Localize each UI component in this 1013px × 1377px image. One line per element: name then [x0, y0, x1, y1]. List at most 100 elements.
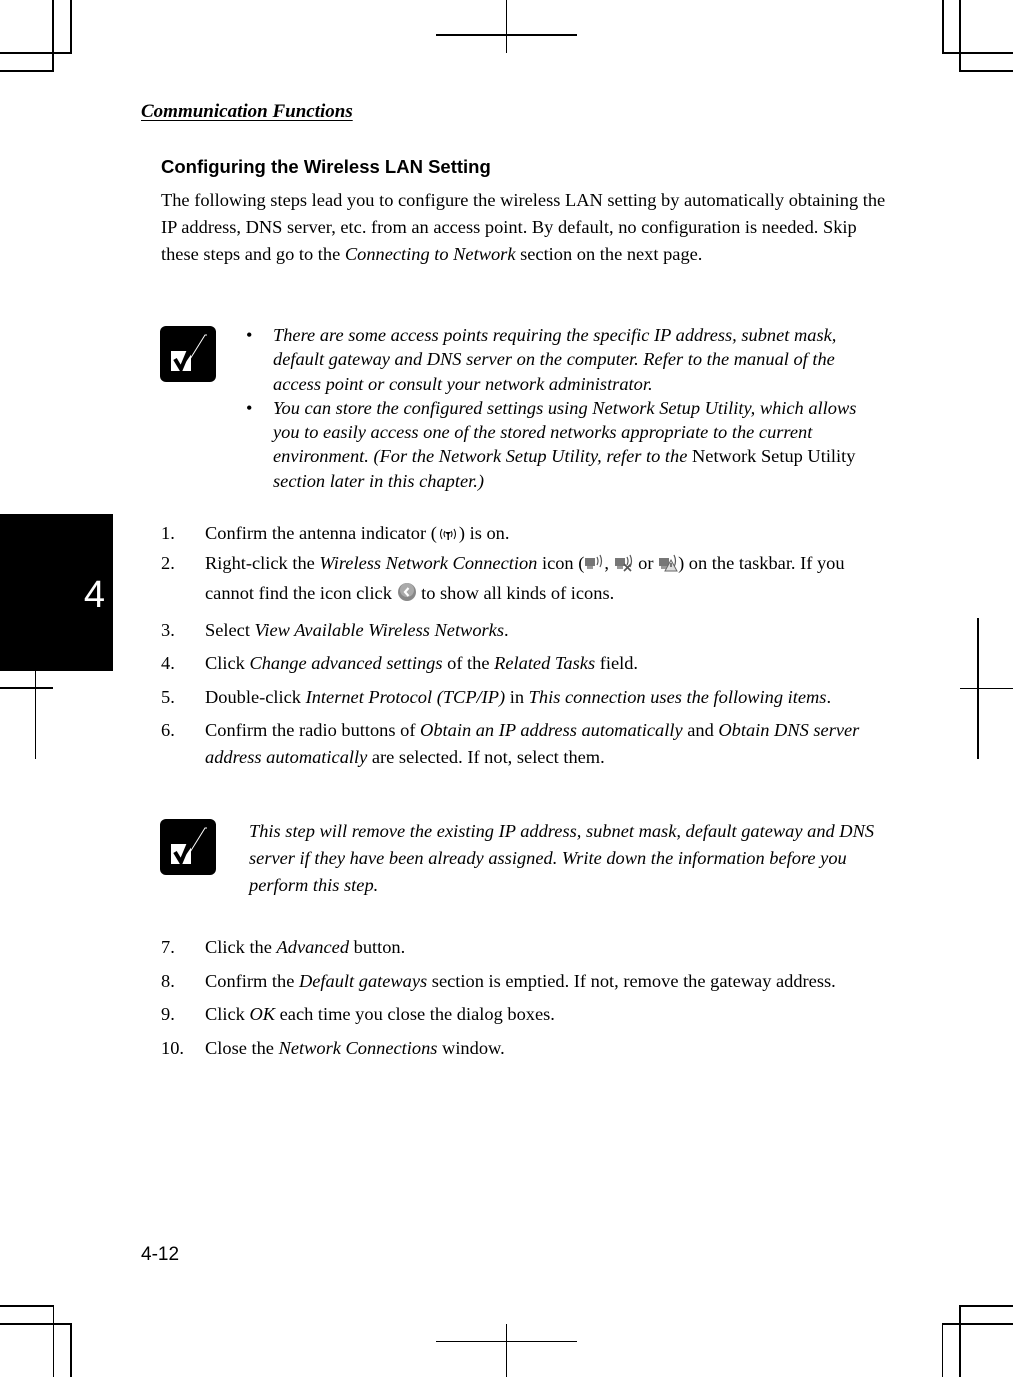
crop-mark [942, 1323, 943, 1377]
crop-mark [942, 1323, 1013, 1325]
step-item: 1. Confirm the antenna indicator ( ) is o… [161, 520, 891, 550]
step-text: ) is on. [458, 523, 510, 543]
step-text: in [505, 686, 529, 707]
step-text: Click [205, 1004, 250, 1024]
crop-mark [52, 0, 54, 71]
step-text: Right-click the [205, 553, 320, 573]
step-text: Click the [205, 937, 277, 957]
chapter-tab: 4 [0, 514, 113, 671]
step-item: 8. Confirm the Default gateways section … [161, 968, 891, 995]
crop-mark [53, 1305, 54, 1377]
ui-reference: Default gateways [298, 970, 428, 991]
crop-mark [942, 52, 1013, 54]
ui-reference: Internet Protocol (TCP/IP) [305, 686, 506, 707]
antenna-indicator-icon [437, 523, 459, 550]
ui-reference: Change advanced settings [249, 653, 443, 673]
ui-reference: Related Tasks [494, 653, 596, 673]
step-item: 9. Click OK each time you close the dial… [161, 1001, 891, 1028]
crop-mark [0, 687, 53, 689]
step-text: window. [437, 1037, 505, 1058]
step-number: 10. [161, 1037, 184, 1058]
bullet: • [246, 325, 253, 345]
step-number: 2. [161, 553, 175, 573]
wireless-connected-icon [584, 553, 604, 580]
wireless-disconnected-icon [614, 553, 634, 580]
intro-paragraph: The following steps lead you to configur… [161, 187, 891, 268]
checkmark-note-icon [160, 819, 216, 875]
note-text: This step will remove the existing IP ad… [249, 821, 875, 895]
step-item: 4. Click Change advanced settings of the… [161, 650, 891, 677]
step-text: and [682, 720, 719, 740]
step-text: Click [205, 653, 250, 673]
bullet: • [246, 397, 253, 418]
crop-mark [506, 1324, 507, 1377]
crop-mark [959, 0, 961, 71]
step-text: Confirm the [205, 970, 299, 991]
ui-reference: Obtain an IP address automatically [420, 720, 683, 740]
note-item: • You can store the configured settings u… [246, 396, 886, 493]
step-text: , [604, 553, 614, 573]
crop-mark [0, 1323, 72, 1325]
section-reference: Connecting to Network [344, 244, 516, 264]
step-text: each time you close the dialog boxes. [275, 1004, 555, 1024]
ui-reference: This connection uses the following items [528, 686, 827, 707]
note-text: section later in this chapter.) [273, 470, 484, 491]
checkmark-note-icon [160, 326, 216, 382]
step-number: 5. [161, 686, 175, 707]
step-text: button. [349, 937, 406, 957]
step-number: 9. [161, 1004, 175, 1024]
step-text: Close the [205, 1037, 279, 1058]
crop-mark [0, 52, 72, 54]
step-item: 6. Confirm the radio buttons of Obtain a… [161, 717, 891, 771]
step-text: Confirm the antenna indicator ( [205, 523, 437, 543]
crop-mark [70, 1323, 72, 1377]
chapter-number: 4 [83, 574, 105, 616]
page-number: 4-12 [141, 1244, 180, 1265]
note-list: • There are some access points requiring … [246, 323, 886, 493]
note-item: • There are some access points requiring … [246, 323, 886, 396]
step-item: 7. Click the Advanced button. [161, 934, 891, 961]
crop-mark [35, 671, 36, 759]
section-title: Configuring the Wireless LAN Setting [161, 156, 491, 177]
step-number: 1. [161, 523, 175, 543]
crop-mark [506, 0, 507, 53]
step-text: or [633, 553, 659, 573]
step-text: field. [595, 653, 639, 673]
ui-reference: Wireless Network Connection [319, 553, 538, 573]
step-text: of the [442, 653, 495, 673]
ui-reference: View Available Wireless Networks [254, 619, 504, 640]
crop-mark [0, 70, 54, 72]
crop-mark [0, 1305, 54, 1307]
step-text: . [826, 686, 832, 707]
step-number: 3. [161, 619, 175, 640]
step-text: Double-click [205, 686, 306, 707]
crop-mark [959, 70, 1013, 72]
ui-reference: OK [249, 1004, 276, 1024]
step-number: 7. [161, 937, 175, 957]
crop-mark [959, 1305, 1013, 1307]
step-item: 2. Right-click the Wireless Network Conn… [161, 550, 891, 610]
running-header: Communication Functions [141, 101, 353, 122]
crop-mark [942, 0, 944, 53]
section-reference: Network Setup Utility [692, 446, 856, 467]
step-number: 8. [161, 970, 175, 991]
step-text: Select [205, 619, 255, 640]
step-number: 4. [161, 653, 175, 673]
wireless-limited-icon [658, 553, 678, 580]
steps-list: 1. Confirm the antenna indicator ( ) is o… [161, 520, 891, 778]
step-text: Confirm the radio buttons of [205, 720, 421, 740]
step-text: . [504, 619, 509, 640]
crop-mark [70, 0, 72, 53]
step-text: section is emptied. If not, remove the g… [427, 970, 836, 991]
step-item: 3. Select View Available Wireless Networ… [161, 617, 891, 644]
step-text: to show all kinds of icons. [416, 583, 615, 603]
step-text: icon ( [537, 553, 585, 573]
steps-list: 7. Click the Advanced button. 8. Confirm… [161, 934, 891, 1068]
crop-mark [959, 1305, 961, 1377]
note-text: There are some access points requiring t… [273, 325, 837, 394]
show-hidden-icons-icon[interactable] [397, 582, 417, 610]
step-item: 10. Close the Network Connections window… [161, 1035, 891, 1062]
crop-mark [960, 688, 1013, 689]
ui-reference: Network Connections [278, 1037, 438, 1058]
step-item: 5. Double-click Internet Protocol (TCP/I… [161, 684, 891, 711]
